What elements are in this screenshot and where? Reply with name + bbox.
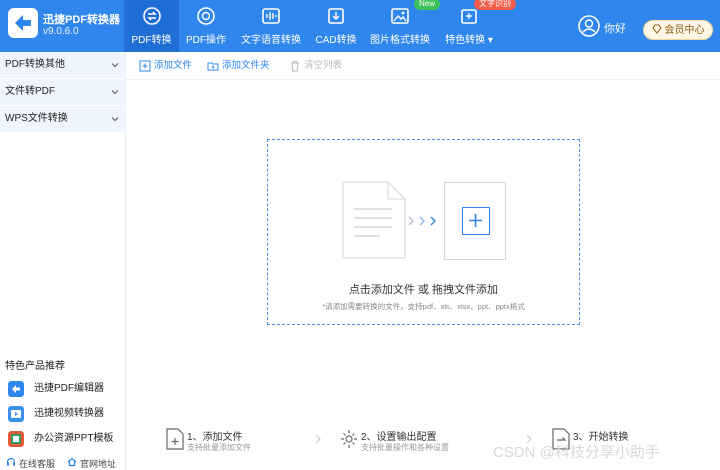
app-logo xyxy=(8,8,38,38)
add-folder-icon xyxy=(207,62,219,71)
home-icon xyxy=(67,457,77,467)
tab-pdf-convert[interactable]: PDF转换 xyxy=(124,0,179,52)
chevron-down-icon: ▾ xyxy=(487,35,493,46)
step-desc: 支持批量操作和各种设置 xyxy=(361,443,449,452)
sidebar: PDF转换其他 文件转PDF WPS文件转换 特色产品推荐 迅捷PDF编辑器 迅… xyxy=(0,52,126,470)
user-greeting[interactable]: 你好 xyxy=(604,20,626,36)
tab-cad[interactable]: CAD转换 xyxy=(312,0,360,52)
clear-list-label: 清空列表 xyxy=(304,60,343,71)
tab-label: 文字语音转换 xyxy=(241,35,301,46)
tab-text-voice[interactable]: 文字语音转换 xyxy=(238,0,304,52)
video-converter-icon xyxy=(8,406,24,422)
arrows-right-icon xyxy=(408,216,436,226)
recommend-title: 特色产品推荐 xyxy=(5,361,65,372)
sidebar-item-pdf-to-other[interactable]: PDF转换其他 xyxy=(0,52,126,78)
logo-icon xyxy=(15,15,31,31)
tab-label-text: 特色转换 xyxy=(445,35,486,46)
pdf-editor-icon xyxy=(8,381,24,397)
step-title: 2、设置输出配置 xyxy=(361,432,437,443)
step-title: 1、添加文件 xyxy=(187,432,243,443)
gear-icon xyxy=(341,430,357,448)
step-desc: 支持批量添加文件 xyxy=(187,443,251,452)
tab-image-format[interactable]: 图片格式转换 New xyxy=(368,0,441,52)
sidebar-item-label: WPS文件转换 xyxy=(5,113,68,124)
tab-feature-convert[interactable]: 特色转换 ▾ 文字识别 xyxy=(440,0,516,52)
official-site-link[interactable]: 官网地址 xyxy=(80,457,116,470)
tab-label: CAD转换 xyxy=(315,35,357,46)
trash-icon xyxy=(291,61,299,72)
vip-center-button[interactable]: 会员中心 xyxy=(643,20,713,40)
add-folder-button[interactable]: 添加文件夹 xyxy=(207,59,270,73)
tab-pdf-operate[interactable]: PDF操作 xyxy=(180,0,232,52)
recommend-label: 迅捷PDF编辑器 xyxy=(34,383,104,394)
audio-wave-icon xyxy=(262,8,280,24)
online-service-link[interactable]: 在线客服 xyxy=(19,457,55,470)
tab-label: PDF操作 xyxy=(186,35,226,46)
add-folder-label: 添加文件夹 xyxy=(222,60,270,71)
file-toolbar: 添加文件 添加文件夹 清空列表 xyxy=(126,52,720,80)
pdf-operate-icon xyxy=(197,7,215,25)
cad-icon xyxy=(328,8,344,24)
plus-icon xyxy=(462,207,490,235)
add-file-card[interactable] xyxy=(444,182,506,260)
document-icon xyxy=(342,181,406,259)
diamond-icon xyxy=(651,24,662,34)
file-plus-icon xyxy=(166,428,184,450)
chevron-down-icon xyxy=(111,63,119,68)
recommend-label: 办公资源PPT模板 xyxy=(34,433,114,444)
drop-zone-title: 点击添加文件 或 拖拽文件添加 xyxy=(348,284,499,296)
badge-new: New xyxy=(414,0,441,10)
chevron-down-icon xyxy=(111,90,119,95)
add-file-icon xyxy=(139,60,151,72)
image-icon xyxy=(391,8,409,24)
app-version: v9.0.6.0 xyxy=(43,26,79,37)
recommend-ppt-template[interactable]: 办公资源PPT模板 xyxy=(6,428,120,450)
chevron-down-icon xyxy=(111,117,119,122)
sidebar-item-wps[interactable]: WPS文件转换 xyxy=(0,106,126,132)
clear-list-button[interactable]: 清空列表 xyxy=(289,59,342,73)
watermark: CSDN @科技分享小助手 xyxy=(493,444,660,461)
tab-label: 特色转换 ▾ xyxy=(440,31,498,46)
drop-zone-hint: *请添加需要转换的文件，支持pdf、xls、xlsx、ppt、pptx格式 xyxy=(322,302,525,311)
add-file-label: 添加文件 xyxy=(154,60,193,71)
recommend-pdf-editor[interactable]: 迅捷PDF编辑器 xyxy=(6,378,120,400)
title-bar: 迅捷PDF转换器 v9.0.6.0 PDF转换 PDF操作 文字语音转换 CAD… xyxy=(0,0,720,52)
ppt-template-icon xyxy=(8,431,24,447)
file-drop-zone[interactable]: 点击添加文件 或 拖拽文件添加 *请添加需要转换的文件，支持pdf、xls、xl… xyxy=(267,139,580,325)
pdf-convert-icon xyxy=(142,7,161,25)
recommend-video-converter[interactable]: 迅捷视频转换器 xyxy=(6,403,120,425)
recommend-label: 迅捷视频转换器 xyxy=(34,408,104,419)
vip-label: 会员中心 xyxy=(664,25,705,36)
tab-label: PDF转换 xyxy=(131,35,172,46)
user-avatar-icon[interactable] xyxy=(578,15,600,37)
bottom-links: 在线客服 官网地址 xyxy=(0,454,126,470)
sidebar-item-label: PDF转换其他 xyxy=(5,59,65,70)
app-name: 迅捷PDF转换器 xyxy=(43,14,120,26)
tab-label: 图片格式转换 xyxy=(370,35,430,46)
badge-ocr: 文字识别 xyxy=(474,0,516,10)
sidebar-item-label: 文件转PDF xyxy=(5,86,55,97)
headset-icon xyxy=(6,457,16,466)
sidebar-item-file-to-pdf[interactable]: 文件转PDF xyxy=(0,79,126,105)
chevron-right-icon xyxy=(315,434,321,444)
add-file-button[interactable]: 添加文件 xyxy=(139,59,192,73)
